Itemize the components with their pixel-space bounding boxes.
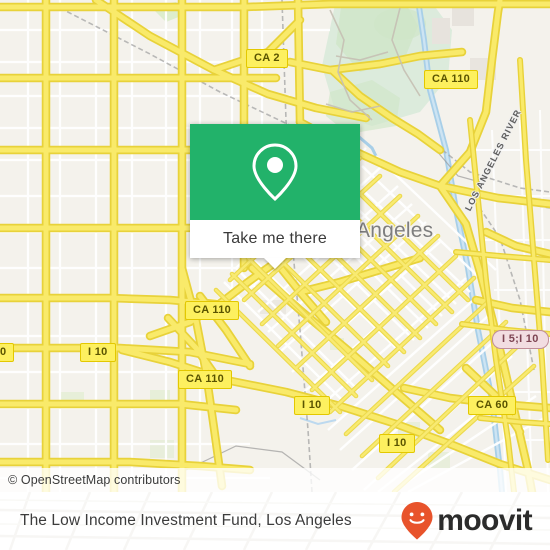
road-shield-ca-2[interactable]: CA 2 (246, 49, 288, 68)
road-shield-i-10-downtown[interactable]: I 10 (294, 396, 330, 415)
map-attribution-bar: © OpenStreetMap contributors (0, 468, 550, 492)
moovit-pin-icon (401, 502, 433, 540)
road-shield-ca-110-mid[interactable]: CA 110 (185, 301, 240, 320)
road-shield-i-10-edge[interactable]: 0 (0, 343, 15, 362)
map-city-label: Angeles (356, 219, 434, 242)
popup-image-area (190, 124, 360, 220)
road-shield-ca-110-south[interactable]: CA 110 (178, 370, 233, 389)
road-shield-i-10-east[interactable]: I 10 (379, 434, 415, 453)
moovit-map-screenshot: Angeles LOS ANGELES RIVER CA 2 CA 110 CA… (0, 0, 550, 550)
map-pin-icon (252, 143, 298, 202)
popup-cta[interactable]: Take me there (190, 220, 360, 258)
road-shield-i-10-west[interactable]: I 10 (80, 343, 116, 362)
popup-cta-label: Take me there (223, 230, 327, 247)
road-shield-ca-110-north[interactable]: CA 110 (424, 70, 479, 89)
footer-place-title: The Low Income Investment Fund, Los Ange… (20, 512, 352, 529)
location-popup[interactable]: Take me there (190, 124, 360, 269)
road-shield-i-5-i-10[interactable]: I 5;I 10 (492, 330, 549, 349)
moovit-wordmark: moovit (437, 504, 532, 537)
popup-pointer-tail (264, 258, 286, 269)
moovit-logo[interactable]: moovit (400, 501, 550, 541)
footer-bar: The Low Income Investment Fund, Los Ange… (0, 492, 550, 550)
road-shield-ca-60[interactable]: CA 60 (468, 396, 517, 415)
map-attribution-text[interactable]: © OpenStreetMap contributors (0, 473, 181, 487)
map-canvas[interactable]: Angeles LOS ANGELES RIVER CA 2 CA 110 CA… (0, 0, 550, 492)
